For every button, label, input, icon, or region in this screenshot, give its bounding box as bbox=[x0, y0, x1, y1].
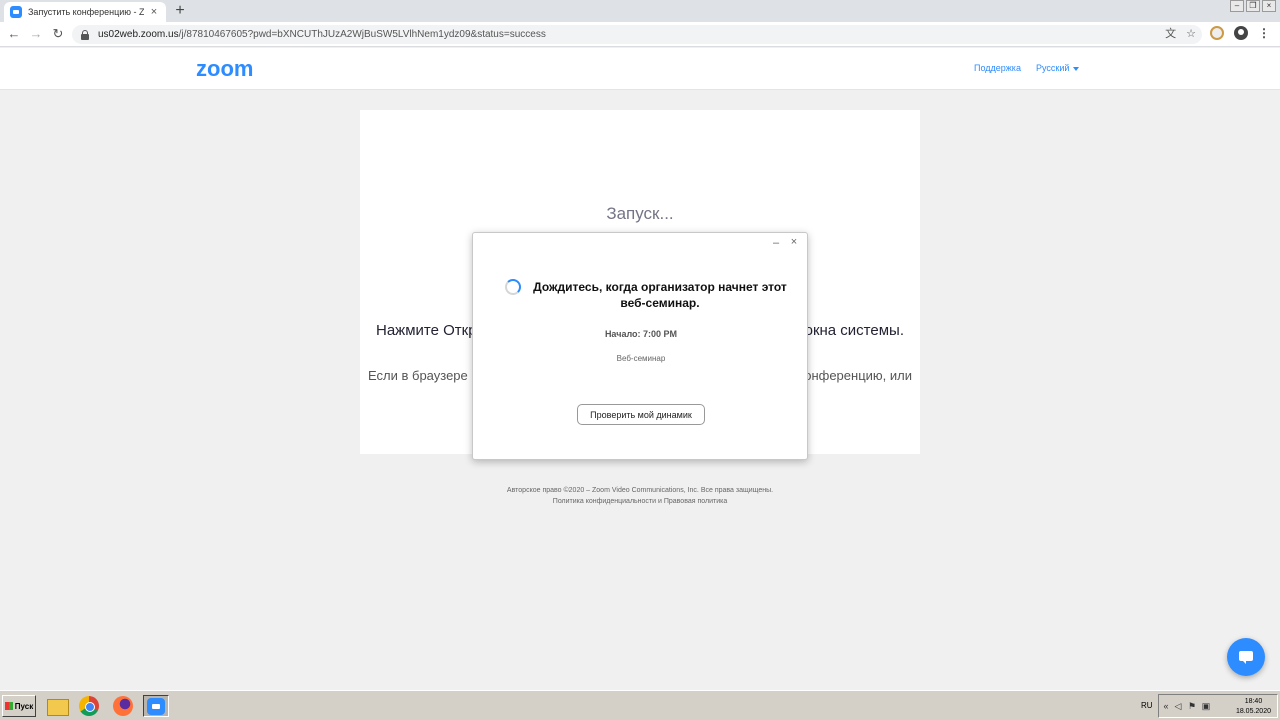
waiting-message: Дождитесь, когда организатор начнет этот… bbox=[533, 280, 787, 310]
browser-note-left: Если в браузере не bbox=[368, 368, 486, 383]
tab-close-icon[interactable]: × bbox=[148, 6, 160, 18]
profile-avatar-icon[interactable] bbox=[1234, 26, 1248, 40]
loading-spinner-icon bbox=[505, 279, 521, 295]
chrome-icon[interactable] bbox=[76, 695, 102, 717]
forward-arrow-icon[interactable]: → bbox=[28, 26, 44, 42]
start-button[interactable]: Пуск bbox=[2, 695, 36, 717]
clock-time: 18:40 bbox=[1244, 698, 1263, 705]
input-language[interactable]: RU bbox=[1141, 701, 1153, 710]
webinar-label: Веб-семинар bbox=[616, 354, 666, 363]
window-restore-button[interactable]: ❐ bbox=[1246, 0, 1260, 12]
windows-flag-icon bbox=[4, 702, 13, 710]
browser-tabstrip: Запустить конференцию - Zoom × + – ❐ × bbox=[0, 0, 1280, 22]
test-speaker-button[interactable]: Проверить мой динамик bbox=[577, 404, 705, 425]
open-app-prompt-right: окна системы. bbox=[804, 322, 904, 339]
site-header: zoom Поддержка Русский bbox=[0, 48, 1280, 90]
firefox-icon[interactable] bbox=[110, 695, 136, 717]
omnibox-actions: 文 ☆ bbox=[1165, 27, 1196, 42]
network-icon[interactable]: ▣ bbox=[1201, 701, 1211, 712]
language-label: Русский bbox=[1036, 63, 1070, 73]
open-app-prompt-left: Нажмите Откр bbox=[376, 322, 477, 339]
windows-taskbar: Пуск RU « ◁ ⚑ ▣ 18:40 18.05.2020 bbox=[0, 690, 1280, 720]
start-label: Пуск bbox=[14, 701, 34, 711]
launching-heading: Запуск... bbox=[606, 204, 674, 223]
window-controls: – ❐ × bbox=[1230, 0, 1276, 12]
menu-kebab-icon[interactable]: ⋮ bbox=[1258, 26, 1270, 40]
translate-icon[interactable]: 文 bbox=[1165, 27, 1176, 42]
reload-icon[interactable]: ↻ bbox=[50, 26, 66, 42]
policy-links[interactable]: Политика конфиденциальности и Правовая п… bbox=[0, 496, 1280, 507]
dialog-close-button[interactable]: × bbox=[789, 236, 799, 248]
page-footer: Авторское право ©2020 – Zoom Video Commu… bbox=[0, 485, 1280, 507]
dialog-minimize-button[interactable]: – bbox=[771, 237, 781, 249]
language-dropdown[interactable]: Русский bbox=[1036, 63, 1080, 73]
url-text[interactable]: us02web.zoom.us/j/87810467605?pwd=bXNCUT… bbox=[98, 29, 546, 40]
support-link[interactable]: Поддержка bbox=[974, 63, 1021, 73]
extension-icon[interactable] bbox=[1210, 26, 1224, 40]
bookmark-star-icon[interactable]: ☆ bbox=[1186, 27, 1196, 42]
chevron-down-icon bbox=[1073, 66, 1080, 71]
url-host: us02web.zoom.us bbox=[98, 29, 179, 40]
explorer-folder-icon[interactable] bbox=[44, 695, 70, 717]
start-time: Начало: 7:00 PM bbox=[604, 329, 678, 339]
tray-expand-icon[interactable]: « bbox=[1161, 701, 1171, 711]
url-path: /j/87810467605?pwd=bXNCUThJUzA2WjBuSW5LV… bbox=[178, 29, 546, 40]
window-minimize-button[interactable]: – bbox=[1230, 0, 1244, 12]
chat-bubble-icon[interactable] bbox=[1227, 638, 1265, 676]
tab-title: Запустить конференцию - Zoom bbox=[28, 7, 144, 17]
window-close-button[interactable]: × bbox=[1262, 0, 1276, 12]
zoom-logo[interactable]: zoom bbox=[196, 56, 253, 82]
clock-date: 18.05.2020 bbox=[1235, 708, 1271, 715]
speaker-icon[interactable]: ◁ bbox=[1173, 701, 1183, 712]
zoom-favicon-icon bbox=[10, 6, 22, 18]
waiting-for-host-dialog: – × Дождитесь, когда организатор начнет … bbox=[472, 232, 808, 460]
clock[interactable]: 18:40 18.05.2020 bbox=[1236, 697, 1271, 717]
browser-toolbar-icons: ⋮ bbox=[1210, 26, 1270, 40]
browser-toolbar: ← → ↻ us02web.zoom.us/j/87810467605?pwd=… bbox=[0, 22, 1280, 47]
back-arrow-icon[interactable]: ← bbox=[6, 26, 22, 42]
address-bar[interactable]: us02web.zoom.us/j/87810467605?pwd=bXNCUT… bbox=[72, 25, 1202, 44]
lock-icon[interactable] bbox=[80, 29, 90, 40]
browser-tab-active[interactable]: Запустить конференцию - Zoom × bbox=[4, 2, 166, 22]
browser-note-right: конференцию, или bbox=[798, 368, 912, 383]
new-tab-button[interactable]: + bbox=[172, 3, 188, 19]
zoom-app-icon[interactable] bbox=[143, 695, 169, 717]
system-tray: « ◁ ⚑ ▣ 18:40 18.05.2020 bbox=[1158, 694, 1278, 718]
flag-icon[interactable]: ⚑ bbox=[1187, 701, 1197, 712]
copyright-text: Авторское право ©2020 – Zoom Video Commu… bbox=[506, 487, 774, 494]
